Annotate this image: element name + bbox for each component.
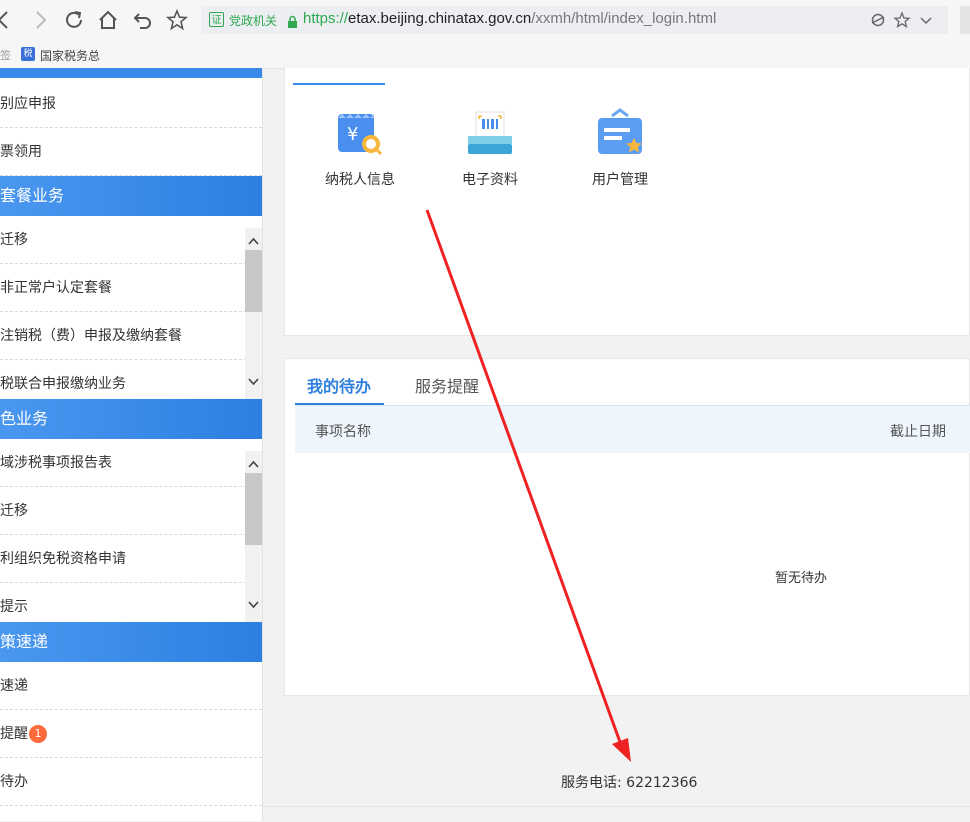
sidebar: 别应申报 票领用 套餐业务 迁移 非正常户认定套餐 注销税（费）申报及缴纳套餐 … bbox=[0, 68, 263, 821]
favorite-star-icon[interactable] bbox=[165, 8, 189, 32]
sidebar-item[interactable]: 票领用 bbox=[0, 128, 262, 176]
bookmarks-bar: 签 税 国家税务总 bbox=[0, 42, 970, 69]
svg-text:¥: ¥ bbox=[347, 124, 358, 145]
taxpayer-info-icon: ¥ bbox=[334, 108, 386, 160]
back-icon[interactable] bbox=[0, 8, 16, 32]
quick-access-taxpayer-info[interactable]: ¥ 纳税人信息 bbox=[305, 108, 415, 189]
quick-access-label: 纳税人信息 bbox=[325, 172, 395, 188]
browser-toolbar: 证 党政机关 https://etax.beijing.chinatax.gov… bbox=[0, 0, 970, 42]
scrollbar[interactable] bbox=[245, 228, 262, 399]
toolbar-edge bbox=[960, 6, 970, 34]
site-badge: 党政机关 bbox=[229, 14, 278, 28]
scroll-thumb[interactable] bbox=[245, 473, 262, 545]
scroll-up-icon[interactable] bbox=[248, 455, 259, 468]
sidebar-item[interactable]: 速递 bbox=[0, 662, 262, 710]
todo-table-header: 事项名称 截止日期 bbox=[295, 405, 970, 453]
sidebar-header-partial bbox=[0, 68, 262, 78]
undo-icon[interactable] bbox=[131, 8, 155, 32]
quick-access-panel: ¥ 纳税人信息 电子资料 用户管理 bbox=[284, 68, 970, 336]
url-text[interactable]: https://etax.beijing.chinatax.gov.cn/xxm… bbox=[303, 10, 716, 27]
tab-service-reminder[interactable]: 服务提醒 bbox=[415, 373, 479, 397]
compatibility-mode-icon[interactable] bbox=[869, 11, 887, 29]
scroll-thumb[interactable] bbox=[245, 250, 262, 312]
tab-my-todo[interactable]: 我的待办 bbox=[307, 373, 371, 397]
quick-access-user-management[interactable]: 用户管理 bbox=[565, 108, 675, 189]
sidebar-section-header[interactable]: 策速递 bbox=[0, 622, 262, 662]
electronic-docs-icon bbox=[464, 108, 516, 160]
sidebar-item[interactable]: 迁移 bbox=[0, 487, 262, 535]
sidebar-item[interactable]: 别应申报 bbox=[0, 80, 262, 128]
forward-icon[interactable] bbox=[28, 8, 52, 32]
scroll-down-icon[interactable] bbox=[248, 372, 259, 386]
tab-indicator bbox=[293, 83, 385, 85]
sidebar-section-header[interactable]: 套餐业务 bbox=[0, 176, 262, 216]
bookmark-stub[interactable]: 签 bbox=[0, 47, 11, 63]
main-content: ¥ 纳税人信息 电子资料 用户管理 我的待办 服务提醒 事项名称 截止日期 暂无… bbox=[263, 68, 970, 822]
reload-icon[interactable] bbox=[62, 8, 86, 32]
sidebar-item[interactable]: 注销税（费）申报及缴纳套餐 bbox=[0, 312, 262, 360]
user-management-icon bbox=[594, 108, 646, 160]
sidebar-item[interactable]: 域涉税事项报告表 bbox=[0, 439, 262, 487]
service-phone: 服务电话: 62212366 bbox=[561, 775, 698, 791]
sidebar-item-label: 提醒 bbox=[0, 726, 28, 742]
page-bottom-bar bbox=[263, 806, 970, 822]
chevron-down-icon[interactable] bbox=[917, 11, 935, 29]
scrollbar[interactable] bbox=[245, 451, 262, 622]
todo-panel: 我的待办 服务提醒 事项名称 截止日期 暂无待办 bbox=[284, 358, 970, 696]
scroll-down-icon[interactable] bbox=[248, 595, 259, 609]
empty-state-text: 暂无待办 bbox=[775, 571, 828, 586]
column-header-deadline: 截止日期 bbox=[890, 424, 946, 440]
sidebar-item[interactable]: 利组织免税资格申请 bbox=[0, 535, 262, 583]
home-icon[interactable] bbox=[96, 8, 120, 32]
notification-badge: 1 bbox=[29, 725, 47, 743]
column-header-item-name: 事项名称 bbox=[315, 424, 371, 440]
quick-access-label: 用户管理 bbox=[592, 172, 648, 188]
certificate-icon[interactable]: 证 bbox=[209, 12, 224, 27]
bookmark-star-icon[interactable] bbox=[893, 11, 911, 29]
quick-access-electronic-docs[interactable]: 电子资料 bbox=[435, 108, 545, 189]
sidebar-section-header[interactable]: 色业务 bbox=[0, 399, 262, 439]
bookmark-label[interactable]: 国家税务总 bbox=[40, 47, 100, 64]
sidebar-item[interactable]: 迁移 bbox=[0, 216, 262, 264]
sidebar-item[interactable]: 待办 bbox=[0, 758, 262, 806]
lock-icon bbox=[287, 13, 298, 32]
address-bar[interactable]: 证 党政机关 https://etax.beijing.chinatax.gov… bbox=[201, 6, 948, 34]
quick-access-label: 电子资料 bbox=[462, 172, 518, 188]
sidebar-item[interactable]: 提醒 1 bbox=[0, 710, 262, 758]
scroll-up-icon[interactable] bbox=[248, 232, 259, 245]
tax-site-icon[interactable]: 税 bbox=[21, 47, 35, 61]
sidebar-item[interactable]: 非正常户认定套餐 bbox=[0, 264, 262, 312]
